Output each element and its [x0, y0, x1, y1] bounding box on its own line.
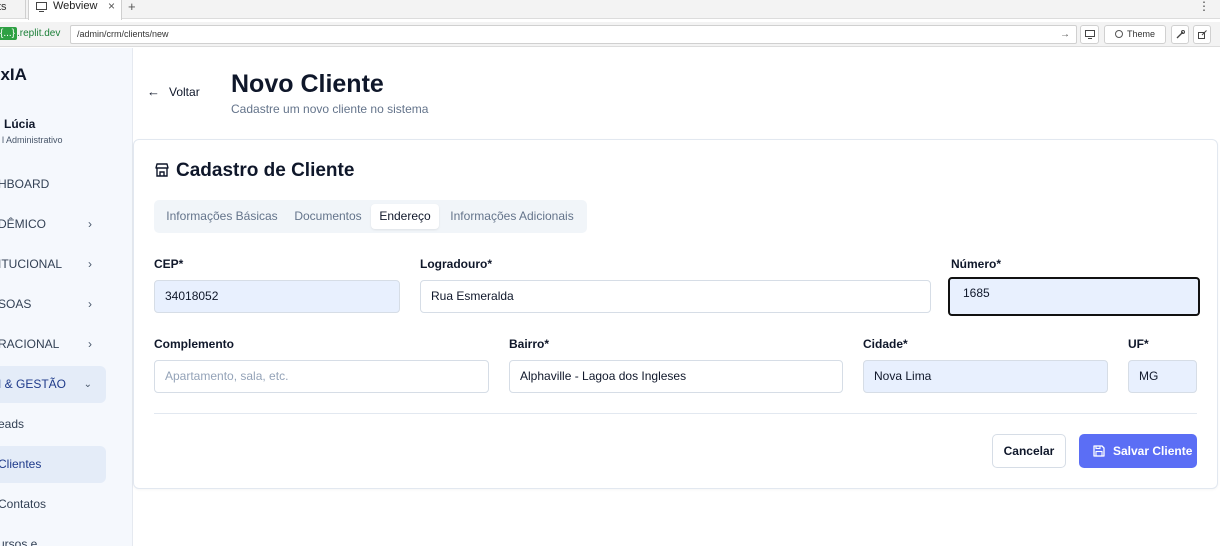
uf-field[interactable]: MG: [1128, 360, 1197, 393]
tab-informacoes-basicas[interactable]: Informações Básicas: [160, 204, 284, 229]
complemento-label: Complemento: [154, 337, 235, 351]
sidebar-item-label: SOAS: [0, 297, 32, 311]
chevron-right-icon: ›: [88, 337, 92, 351]
navigate-arrow-icon[interactable]: →: [1060, 26, 1070, 43]
store-icon: [155, 163, 169, 177]
uf-label: UF*: [1128, 337, 1149, 351]
url-input[interactable]: /admin/crm/clients/new →: [70, 25, 1077, 44]
brand-logo[interactable]: exIA: [0, 65, 27, 85]
domain-badge: {...} .replit.dev: [0, 27, 61, 40]
bairro-label: Bairro*: [509, 337, 550, 351]
page-title: Novo Cliente: [231, 70, 384, 98]
tab-informacoes-adicionais[interactable]: Informações Adicionais: [443, 204, 581, 229]
save-client-label: Salvar Cliente: [1113, 444, 1193, 458]
browser-tab-label: Webview: [53, 0, 98, 12]
chevron-down-icon: ⌄: [83, 379, 92, 390]
sidebar: exIA Lúcia l Administrativo HBOARD DÊMIC…: [0, 48, 133, 546]
sidebar-item-label: HBOARD: [0, 177, 50, 191]
sidebar-item-academico[interactable]: DÊMICO ›: [0, 206, 106, 243]
back-label: Voltar: [169, 85, 200, 99]
theme-button[interactable]: Theme: [1104, 25, 1166, 44]
theme-label: Theme: [1126, 29, 1155, 39]
sidebar-item-contatos[interactable]: Contatos: [0, 486, 106, 523]
save-client-button[interactable]: Salvar Cliente: [1079, 434, 1197, 468]
cidade-field[interactable]: Nova Lima: [863, 360, 1108, 393]
sidebar-item-leads[interactable]: eads: [0, 406, 106, 443]
palette-icon: [1114, 30, 1123, 38]
tools-icon[interactable]: [1171, 25, 1189, 44]
form-tabs: Informações Básicas Documentos Endereço …: [154, 200, 587, 233]
logradouro-field[interactable]: Rua Esmeralda: [420, 280, 931, 313]
save-icon: [1093, 445, 1105, 457]
user-role: l Administrativo: [2, 135, 63, 145]
more-menu-icon[interactable]: ⋮: [1198, 0, 1210, 13]
new-tab-icon[interactable]: +: [128, 0, 136, 14]
logradouro-label: Logradouro*: [420, 257, 492, 271]
sidebar-item-label: Clientes: [0, 457, 42, 471]
browser-tab-webview[interactable]: Webview ×: [28, 0, 122, 20]
bairro-field[interactable]: Alphaville - Lagoa dos Ingleses: [509, 360, 843, 393]
sidebar-item-operacional[interactable]: RACIONAL ›: [0, 326, 106, 363]
sidebar-item-clientes[interactable]: Clientes: [0, 446, 106, 483]
form-divider: [154, 413, 1197, 414]
devtools-icon[interactable]: [1080, 25, 1099, 44]
sidebar-item-pessoas[interactable]: SOAS ›: [0, 286, 106, 323]
monitor-icon: [36, 2, 47, 16]
open-external-icon[interactable]: [1193, 25, 1211, 44]
cep-field[interactable]: 34018052: [154, 280, 400, 313]
sidebar-item-label: DÊMICO: [0, 217, 46, 231]
tab-documentos[interactable]: Documentos: [288, 204, 368, 229]
close-tab-icon[interactable]: ×: [108, 0, 115, 13]
sidebar-item-label: RACIONAL: [0, 337, 60, 351]
user-name: Lúcia: [4, 117, 36, 131]
sidebar-item-label: ursos e: [0, 537, 38, 546]
sidebar-item-label: Contatos: [0, 497, 47, 511]
card-title: Cadastro de Cliente: [154, 160, 354, 182]
browser-tab-previous[interactable]: ts: [0, 0, 26, 19]
cidade-label: Cidade*: [863, 337, 908, 351]
cep-label: CEP*: [154, 257, 184, 271]
chevron-right-icon: ›: [88, 297, 92, 311]
numero-field[interactable]: 1685: [948, 277, 1200, 316]
sidebar-item-dashboard[interactable]: HBOARD: [0, 166, 106, 203]
url-text: /admin/crm/clients/new: [77, 29, 169, 39]
sidebar-item-crm-gestao[interactable]: I & GESTÃO ⌄: [0, 366, 106, 403]
sidebar-item-cursos[interactable]: ursos e: [0, 526, 106, 546]
sidebar-item-label: ITUCIONAL: [0, 257, 63, 271]
complemento-field[interactable]: Apartamento, sala, etc.: [154, 360, 489, 393]
arrow-left-icon: ←: [147, 84, 160, 99]
page-subtitle: Cadastre um novo cliente no sistema: [231, 102, 429, 116]
sidebar-item-label: I & GESTÃO: [0, 377, 67, 391]
sidebar-item-label: eads: [0, 417, 25, 431]
chevron-right-icon: ›: [88, 257, 92, 271]
address-bar: {...} .replit.dev /admin/crm/clients/new …: [0, 22, 1220, 47]
numero-label: Número*: [951, 257, 1002, 271]
sidebar-item-institucional[interactable]: ITUCIONAL ›: [0, 246, 106, 283]
cancel-button[interactable]: Cancelar: [992, 434, 1066, 468]
back-button[interactable]: ← Voltar: [147, 84, 200, 99]
chevron-right-icon: ›: [88, 217, 92, 231]
browser-tab-bar: ts Webview × + ⋮: [0, 0, 1220, 20]
tab-endereco[interactable]: Endereço: [371, 204, 439, 229]
